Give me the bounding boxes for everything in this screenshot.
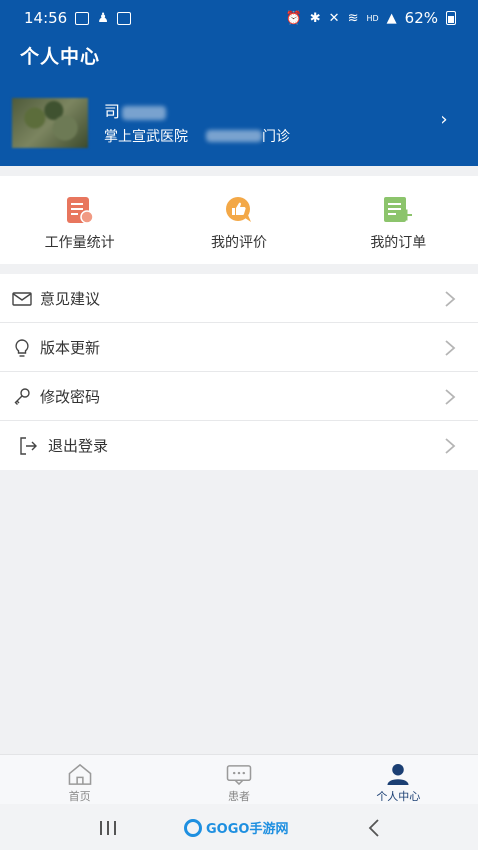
menu-item-label: 意见建议	[40, 289, 101, 308]
chevron-right-icon	[445, 438, 456, 454]
tab-profile-label: 个人中心	[376, 790, 421, 803]
menu-item-label: 版本更新	[40, 338, 101, 357]
bottom-tab-bar: 首页 患者 个人中心	[0, 754, 478, 804]
status-bar: 14:56 ♟ ⏰ ✱ ✕ ≋ HD ▲ 62%	[0, 0, 478, 36]
chevron-right-icon: ›	[440, 109, 448, 130]
user-icon	[387, 763, 409, 786]
home-icon	[68, 763, 91, 785]
app-notification-icon: ♟	[97, 10, 109, 26]
header-bar: 14:56 ♟ ⏰ ✱ ✕ ≋ HD ▲ 62% 个人中心 司 掌上宣武医院 门…	[0, 0, 478, 166]
mute-icon: ✕	[328, 10, 340, 26]
quick-orders-label: 我的订单	[370, 235, 427, 251]
workload-report-icon	[66, 197, 94, 224]
lightbulb-icon	[15, 339, 29, 357]
thumbs-up-icon	[225, 197, 251, 222]
quick-workload-label: 工作量统计	[44, 235, 115, 251]
quick-actions: 工作量统计 我的评价 我的订单	[0, 176, 478, 264]
back-icon[interactable]	[366, 818, 382, 838]
page-title: 个人中心	[20, 46, 101, 68]
tab-patients-label: 患者	[227, 790, 250, 803]
tab-home[interactable]: 首页	[0, 755, 159, 804]
tab-profile[interactable]: 个人中心	[319, 755, 478, 804]
department-suffix: 门诊	[262, 129, 290, 145]
chevron-right-icon	[445, 291, 456, 307]
department-redaction	[206, 130, 262, 142]
settings-menu: 意见建议 版本更新 修改密码 退出登录	[0, 274, 478, 470]
order-list-icon	[384, 197, 413, 222]
name-redaction	[122, 105, 167, 120]
watermark-logo: GOGO手游网	[184, 818, 288, 837]
mail-icon	[12, 292, 32, 306]
profile-hospital: 掌上宣武医院 门诊	[104, 126, 290, 146]
chevron-right-icon	[445, 389, 456, 405]
profile-row[interactable]: 司 掌上宣武医院 门诊 ›	[0, 86, 478, 158]
tab-home-label: 首页	[68, 790, 91, 803]
menu-item-version-update[interactable]: 版本更新	[0, 323, 478, 372]
battery-icon	[446, 11, 456, 25]
quick-evaluation[interactable]: 我的评价	[159, 176, 318, 264]
bluetooth-icon: ✱	[309, 10, 321, 26]
tab-patients[interactable]: 患者	[159, 755, 318, 804]
check-notification-icon	[116, 11, 131, 25]
menu-item-logout[interactable]: 退出登录	[0, 421, 478, 470]
chat-icon	[226, 765, 252, 786]
signal-icon: ▲	[386, 10, 397, 26]
battery-percent: 62%	[404, 9, 438, 27]
profile-name-initial: 司	[104, 102, 121, 121]
recents-icon[interactable]	[98, 820, 118, 836]
wifi-icon: ≋	[347, 10, 359, 26]
menu-item-label: 退出登录	[48, 437, 109, 455]
network-badge: HD	[366, 13, 379, 23]
alarm-icon: ⏰	[285, 10, 302, 26]
chevron-right-icon	[445, 340, 456, 356]
menu-item-change-password[interactable]: 修改密码	[0, 372, 478, 421]
avatar	[12, 98, 88, 148]
key-icon	[14, 388, 30, 405]
menu-item-label: 修改密码	[40, 387, 101, 406]
quick-workload[interactable]: 工作量统计	[0, 176, 159, 264]
hospital-name: 掌上宣武医院	[104, 129, 188, 145]
system-nav-bar: GOGO手游网	[0, 804, 478, 850]
watermark-text: GOGO手游网	[206, 822, 289, 837]
image-notification-icon	[75, 11, 90, 25]
watermark-circle-icon	[184, 818, 202, 837]
quick-evaluation-label: 我的评价	[210, 235, 267, 251]
logout-icon	[20, 437, 37, 455]
status-time: 14:56	[24, 9, 68, 27]
profile-name: 司	[104, 98, 167, 122]
quick-orders[interactable]: 我的订单	[319, 176, 478, 264]
menu-item-feedback[interactable]: 意见建议	[0, 274, 478, 323]
